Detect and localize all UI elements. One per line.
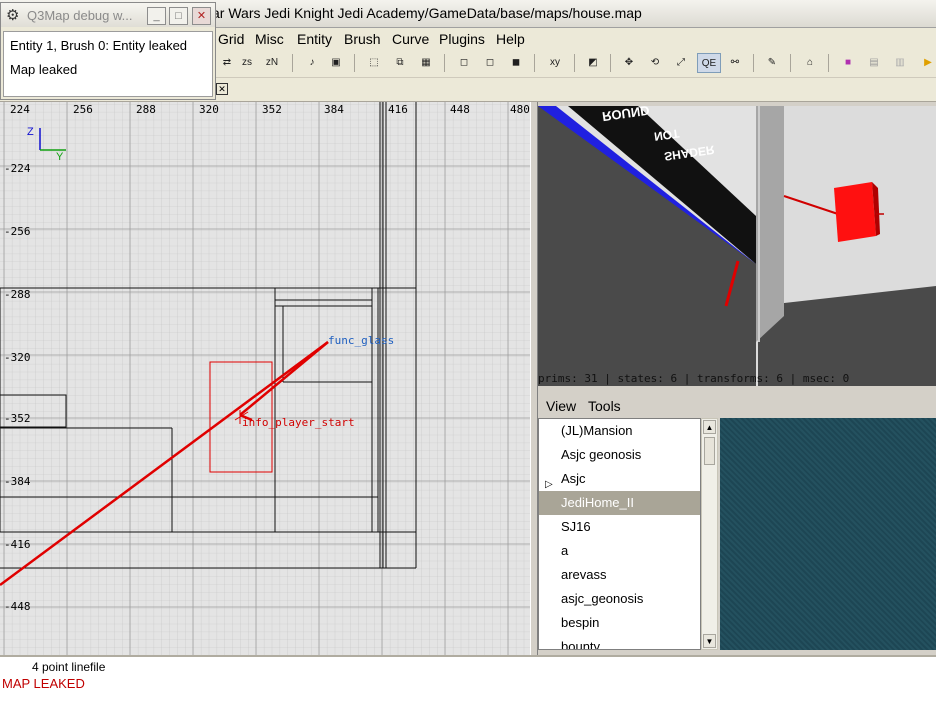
x-tick-label: 384 bbox=[324, 103, 344, 116]
list-item[interactable]: arevass bbox=[539, 563, 700, 587]
y-tick-label: -256 bbox=[4, 225, 31, 238]
menu-curve[interactable]: Curve bbox=[392, 31, 429, 47]
list-item[interactable]: SJ16 bbox=[539, 515, 700, 539]
gear-icon: ⚙ bbox=[6, 7, 20, 24]
scroll-thumb[interactable] bbox=[704, 437, 715, 465]
texture-folder-list[interactable]: (JL)Mansion Asjc geonosis ▷ Asjc JediHome… bbox=[538, 418, 701, 650]
entity-label-func-glass[interactable]: func_glass bbox=[328, 334, 394, 347]
list-item-selected[interactable]: JediHome_II bbox=[539, 491, 700, 515]
cube-open-icon[interactable]: ◻ bbox=[480, 53, 500, 73]
debug-message[interactable]: Entity 1, Brush 0: Entity leaked bbox=[10, 38, 187, 53]
vertical-splitter[interactable] bbox=[530, 102, 538, 655]
scale-icon[interactable]: ⤢ bbox=[671, 53, 691, 73]
x-tick-label: 352 bbox=[262, 103, 282, 116]
debug-message[interactable]: Map leaked bbox=[10, 62, 77, 77]
y-tick-label: -448 bbox=[4, 600, 31, 613]
close-small-icon[interactable]: ✕ bbox=[216, 83, 228, 95]
texture-icon[interactable]: ◩ bbox=[583, 53, 603, 73]
axis-z-label: Z bbox=[27, 126, 34, 138]
menu-grid[interactable]: Grid bbox=[218, 31, 244, 47]
maximize-button[interactable]: □ bbox=[169, 7, 188, 25]
qe-button[interactable]: QE bbox=[697, 53, 721, 73]
move-icon[interactable]: ✥ bbox=[619, 53, 639, 73]
debug-window-title-bar[interactable]: ⚙ Q3Map debug w... _ □ ✕ bbox=[1, 3, 215, 27]
horizontal-splitter[interactable] bbox=[538, 386, 936, 394]
select-touching-icon[interactable]: ⧉ bbox=[390, 53, 410, 73]
house-icon[interactable]: ⌂ bbox=[800, 53, 820, 73]
close-button[interactable]: ✕ bbox=[192, 7, 211, 25]
console-line: 4 point linefile bbox=[32, 660, 106, 674]
list-item[interactable]: Asjc geonosis bbox=[539, 443, 700, 467]
x-tick-label: 480 bbox=[510, 103, 530, 116]
menu-entity[interactable]: Entity bbox=[297, 31, 332, 47]
axis-y-label: Y bbox=[56, 151, 64, 163]
xyz-flip-icon[interactable]: xy bbox=[545, 53, 565, 73]
camera-view-3d[interactable]: ROUND NOT SHADER prims: 31 | states: 6 |… bbox=[538, 106, 936, 386]
menu-help[interactable]: Help bbox=[496, 31, 525, 47]
view-xz-icon[interactable]: ⇄ bbox=[217, 53, 237, 73]
select-partial-icon[interactable]: ▦ bbox=[416, 53, 436, 73]
y-tick-label: -288 bbox=[4, 288, 31, 301]
debug-window-title: Q3Map debug w... bbox=[27, 8, 133, 23]
x-tick-label: 320 bbox=[199, 103, 219, 116]
menu-misc[interactable]: Misc bbox=[255, 31, 284, 47]
y-tick-label: -352 bbox=[4, 412, 31, 425]
scroll-up-icon[interactable]: ▲ bbox=[703, 420, 716, 434]
x-tick-label: 416 bbox=[388, 103, 408, 116]
y-tick-label: -224 bbox=[4, 162, 31, 175]
list-scrollbar[interactable]: ▲ ▼ bbox=[701, 418, 718, 650]
grid-view-2d[interactable]: Z Y 224 256 288 320 352 384 416 448 480 … bbox=[0, 102, 530, 655]
render-stats: prims: 31 | states: 6 | transforms: 6 | … bbox=[538, 372, 850, 385]
entity-label-info-player-start[interactable]: info_player_start bbox=[242, 416, 355, 429]
menu-brush[interactable]: Brush bbox=[344, 31, 381, 47]
debug-message-list[interactable]: Entity 1, Brush 0: Entity leaked Map lea… bbox=[3, 31, 213, 97]
x-tick-label: 288 bbox=[136, 103, 156, 116]
paint-icon[interactable]: ✎ bbox=[762, 53, 782, 73]
cube-icon[interactable]: ◻ bbox=[454, 53, 474, 73]
zn-icon[interactable]: zN bbox=[262, 53, 282, 73]
x-tick-label: 448 bbox=[450, 103, 470, 116]
x-tick-label: 224 bbox=[10, 103, 30, 116]
x-tick-label: 256 bbox=[73, 103, 93, 116]
y-tick-label: -416 bbox=[4, 538, 31, 551]
console-output: 4 point linefile MAP LEAKED bbox=[0, 655, 936, 703]
zs-icon[interactable]: zs bbox=[237, 53, 257, 73]
list-item[interactable]: (JL)Mansion bbox=[539, 419, 700, 443]
menu-plugins[interactable]: Plugins bbox=[439, 31, 485, 47]
purple-cube-icon[interactable]: ■ bbox=[838, 53, 858, 73]
vertex-icon[interactable]: ⚯ bbox=[725, 53, 745, 73]
texture-panel: View Tools (JL)Mansion Asjc geonosis ▷ As… bbox=[538, 394, 936, 655]
doc-icon[interactable]: ▤ bbox=[864, 53, 884, 73]
texture-menu-view[interactable]: View bbox=[546, 398, 576, 414]
window-title: ar Wars Jedi Knight Jedi Academy/GameDat… bbox=[212, 5, 642, 21]
rotate-icon[interactable]: ⟲ bbox=[645, 53, 665, 73]
scroll-down-icon[interactable]: ▼ bbox=[703, 634, 716, 648]
q3map-debug-window: ⚙ Q3Map debug w... _ □ ✕ Entity 1, Brush… bbox=[0, 2, 216, 100]
doc-gray-icon[interactable]: ▥ bbox=[890, 53, 910, 73]
console-error-line: MAP LEAKED bbox=[2, 676, 85, 691]
save-icon[interactable]: ▣ bbox=[326, 53, 346, 73]
list-item[interactable]: bespin bbox=[539, 611, 700, 635]
list-item[interactable]: asjc_geonosis bbox=[539, 587, 700, 611]
arrow-icon[interactable]: ▶ bbox=[918, 53, 936, 73]
cube-solid-icon[interactable]: ◼ bbox=[506, 53, 526, 73]
y-tick-label: -384 bbox=[4, 475, 31, 488]
texture-preview[interactable] bbox=[720, 418, 936, 650]
minimize-button[interactable]: _ bbox=[147, 7, 166, 25]
select-inside-icon[interactable]: ⬚ bbox=[364, 53, 384, 73]
list-item[interactable]: bounty bbox=[539, 635, 700, 649]
music-note-icon[interactable]: ♪ bbox=[302, 53, 322, 73]
texture-menu-tools[interactable]: Tools bbox=[588, 398, 621, 414]
list-item[interactable]: ▷ Asjc bbox=[539, 467, 700, 491]
y-tick-label: -320 bbox=[4, 351, 31, 364]
list-item[interactable]: a bbox=[539, 539, 700, 563]
texture-menu-bar: View Tools bbox=[538, 394, 936, 418]
